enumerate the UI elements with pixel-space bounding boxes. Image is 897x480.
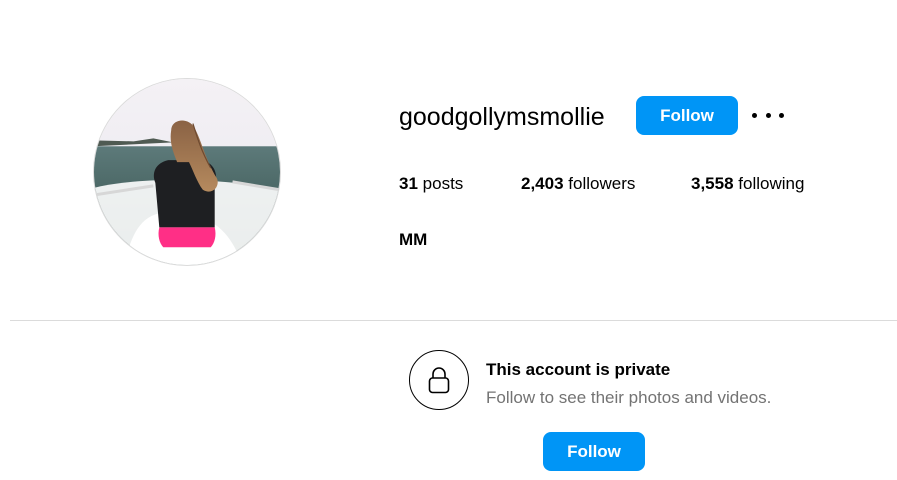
- more-dot: [765, 112, 771, 118]
- lock-icon: [409, 350, 469, 410]
- private-account-subtitle: Follow to see their photos and videos.: [486, 388, 772, 407]
- more-dot: [752, 112, 757, 118]
- profile-username: goodgollymsmollie: [399, 103, 605, 131]
- profile-stats: 31 posts 2,403 followers 3,558 following: [399, 173, 804, 195]
- followers-count: 2,403: [521, 174, 564, 193]
- follow-button[interactable]: Follow: [636, 96, 738, 135]
- private-account-title: This account is private: [486, 360, 671, 379]
- following-label: following: [738, 174, 805, 193]
- posts-stat: 31 posts: [399, 173, 521, 195]
- posts-count: 31: [399, 174, 418, 193]
- posts-label: posts: [422, 174, 464, 193]
- following-stat[interactable]: 3,558 following: [691, 173, 804, 195]
- profile-full-name: MM: [399, 230, 428, 249]
- following-count: 3,558: [691, 174, 734, 193]
- followers-stat[interactable]: 2,403 followers: [521, 173, 691, 195]
- follow-button-private[interactable]: Follow: [543, 432, 645, 471]
- more-dot: [779, 112, 784, 118]
- followers-label: followers: [568, 174, 636, 193]
- profile-avatar[interactable]: [93, 78, 281, 266]
- profile-photo: [94, 79, 280, 265]
- section-divider: [10, 320, 897, 321]
- more-options-icon[interactable]: [752, 104, 784, 126]
